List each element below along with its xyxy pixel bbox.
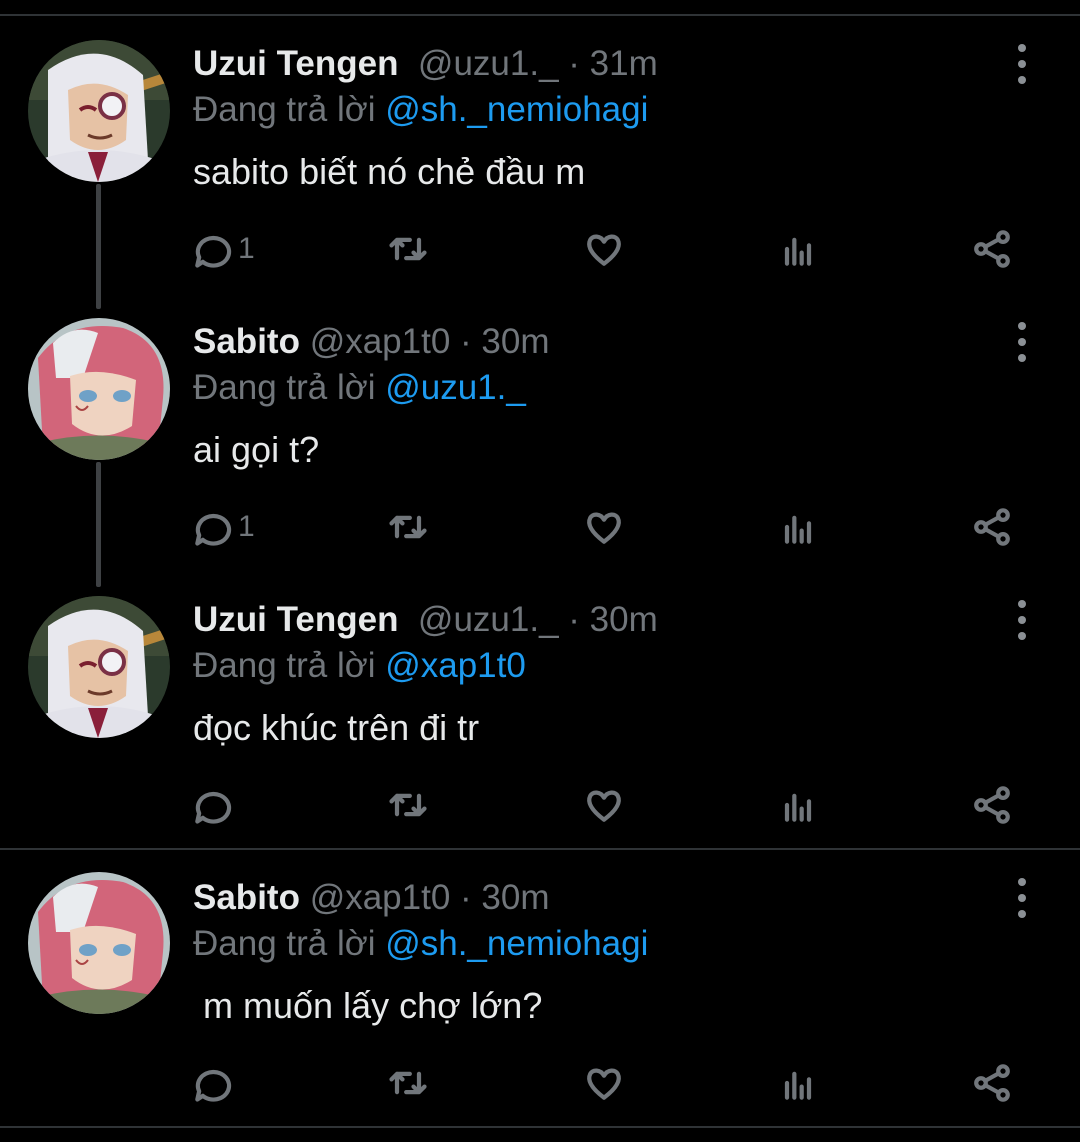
retweet-button[interactable]: [386, 1059, 430, 1107]
retweet-icon: [389, 237, 427, 261]
tweet-actions: 1: [190, 225, 1030, 273]
tweet-actions: 1: [190, 503, 1030, 551]
tweet-text: m muốn lấy chợ lớn?: [193, 985, 543, 1026]
handle[interactable]: @xap1t0: [310, 878, 451, 917]
share-icon: [974, 1064, 1010, 1102]
like-button[interactable]: [582, 503, 626, 551]
replying-to: Đang trả lời @xap1t0: [193, 644, 526, 688]
bottom-divider: [0, 1126, 1080, 1128]
tweet-header: Uzui Tengen @uzu1._ · 30m: [193, 598, 658, 642]
retweet-button[interactable]: [386, 503, 430, 551]
share-button[interactable]: [970, 1059, 1014, 1107]
share-button[interactable]: [970, 225, 1014, 273]
reply-icon: [195, 513, 232, 546]
analytics-icon: [784, 793, 812, 822]
reply-icon: [195, 235, 232, 268]
more-options-icon[interactable]: [1004, 878, 1040, 918]
analytics-icon: [784, 515, 812, 544]
heart-icon: [587, 1068, 621, 1100]
avatar[interactable]: [28, 318, 170, 460]
analytics-button[interactable]: [776, 1059, 820, 1107]
replying-to: Đang trả lời @uzu1._: [193, 366, 526, 410]
share-button[interactable]: [970, 503, 1014, 551]
display-name[interactable]: Uzui Tengen: [193, 44, 398, 83]
timestamp[interactable]: · 30m: [460, 878, 549, 917]
tweet-text: sabito biết nó chẻ đầu m: [193, 151, 586, 192]
tweet-actions: [190, 1059, 1030, 1107]
avatar[interactable]: [28, 596, 170, 738]
retweet-button[interactable]: [386, 225, 430, 273]
reply-count: 1: [238, 232, 255, 265]
share-icon: [974, 230, 1010, 268]
mention-link[interactable]: @xap1t0: [385, 646, 526, 685]
tweet-header: Uzui Tengen @uzu1._ · 31m: [193, 42, 658, 86]
tweet[interactable]: Uzui Tengen @uzu1._ · 31m Đang trả lời @…: [0, 0, 1080, 280]
analytics-icon: [784, 237, 812, 266]
analytics-button[interactable]: [776, 503, 820, 551]
timestamp[interactable]: · 31m: [568, 44, 657, 83]
heart-icon: [587, 512, 621, 544]
replying-to-label: Đang trả lời: [193, 368, 386, 407]
share-icon: [974, 786, 1010, 824]
replying-to-label: Đang trả lời: [193, 924, 386, 963]
tweet[interactable]: Sabito @xap1t0 · 30m Đang trả lời @sh._n…: [0, 834, 1080, 1114]
reply-icon: [195, 1069, 232, 1102]
tweet-actions: [190, 781, 1030, 829]
tweet-text: đọc khúc trên đi tr: [193, 707, 480, 748]
retweet-button[interactable]: [386, 781, 430, 829]
tweet[interactable]: Uzui Tengen @uzu1._ · 30m Đang trả lời @…: [0, 556, 1080, 836]
tweet-text: ai gọi t?: [193, 429, 320, 470]
display-name[interactable]: Uzui Tengen: [193, 600, 398, 639]
like-button[interactable]: [582, 225, 626, 273]
reply-button[interactable]: 1: [190, 503, 255, 551]
avatar[interactable]: [28, 40, 170, 182]
analytics-button[interactable]: [776, 781, 820, 829]
more-options-icon[interactable]: [1004, 44, 1040, 84]
mention-link[interactable]: @sh._nemiohagi: [385, 924, 648, 963]
replying-to-label: Đang trả lời: [193, 90, 386, 129]
like-button[interactable]: [582, 781, 626, 829]
display-name[interactable]: Sabito: [193, 322, 300, 361]
tweet-header: Sabito @xap1t0 · 30m: [193, 876, 550, 920]
avatar[interactable]: [28, 872, 170, 1014]
reply-count: 1: [238, 510, 255, 543]
like-button[interactable]: [582, 1059, 626, 1107]
reply-icon: [195, 791, 232, 824]
mention-link[interactable]: @sh._nemiohagi: [385, 90, 648, 129]
handle[interactable]: @xap1t0: [310, 322, 451, 361]
replying-to: Đang trả lời @sh._nemiohagi: [193, 88, 648, 132]
retweet-icon: [389, 793, 427, 817]
heart-icon: [587, 234, 621, 266]
tweet[interactable]: Sabito @xap1t0 · 30m Đang trả lời @uzu1.…: [0, 278, 1080, 558]
replying-to-label: Đang trả lời: [193, 646, 386, 685]
handle[interactable]: @uzu1._: [418, 600, 559, 639]
mention-link[interactable]: @uzu1._: [385, 368, 526, 407]
retweet-icon: [389, 515, 427, 539]
timestamp[interactable]: · 30m: [460, 322, 549, 361]
display-name[interactable]: Sabito: [193, 878, 300, 917]
reply-button[interactable]: [190, 1059, 238, 1107]
analytics-button[interactable]: [776, 225, 820, 273]
more-options-icon[interactable]: [1004, 322, 1040, 362]
share-button[interactable]: [970, 781, 1014, 829]
timestamp[interactable]: · 30m: [568, 600, 657, 639]
more-options-icon[interactable]: [1004, 600, 1040, 640]
tweet-header: Sabito @xap1t0 · 30m: [193, 320, 550, 364]
handle[interactable]: @uzu1._: [418, 44, 559, 83]
share-icon: [974, 508, 1010, 546]
retweet-icon: [389, 1071, 427, 1095]
heart-icon: [587, 790, 621, 822]
reply-button[interactable]: 1: [190, 225, 255, 273]
reply-button[interactable]: [190, 781, 238, 829]
analytics-icon: [784, 1071, 812, 1100]
replying-to: Đang trả lời @sh._nemiohagi: [193, 922, 648, 966]
